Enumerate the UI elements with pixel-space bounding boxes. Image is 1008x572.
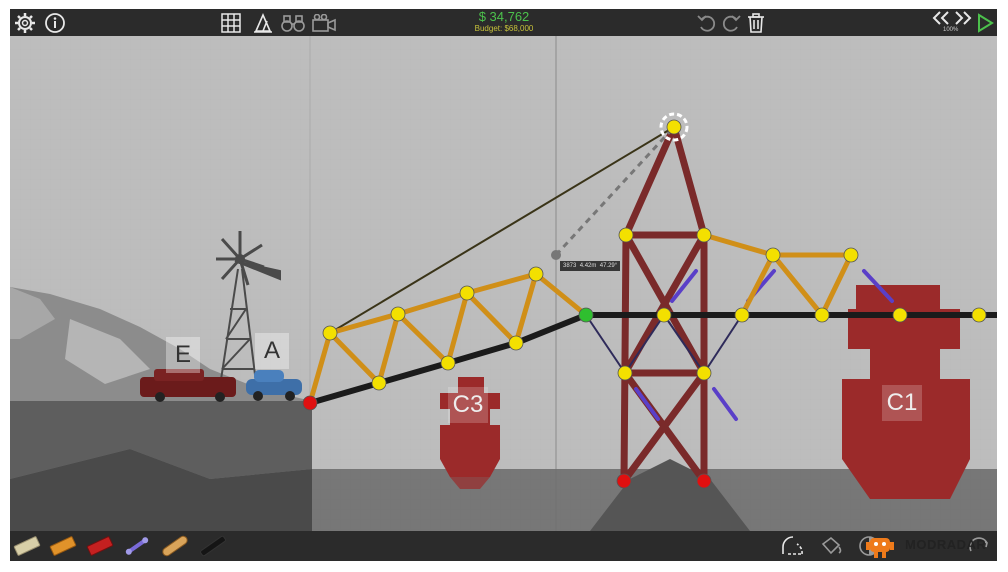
material-hydraulics-button[interactable] bbox=[198, 535, 228, 561]
bottom-toolbar bbox=[10, 531, 997, 561]
bridge-joint[interactable] bbox=[440, 355, 456, 371]
binoculars-icon[interactable] bbox=[278, 9, 308, 36]
bridge-joint[interactable] bbox=[618, 227, 634, 243]
grid-icon[interactable] bbox=[218, 9, 244, 36]
money-remaining: $ 34,762 bbox=[478, 9, 530, 24]
bridge-joint[interactable] bbox=[843, 247, 859, 263]
top-toolbar: $ 34,762 Budget: $68,000 100% bbox=[10, 9, 997, 36]
boat-label-c1: C1 bbox=[882, 385, 922, 421]
budget-display: $ 34,762 Budget: $68,000 bbox=[454, 10, 554, 34]
paint-bucket-icon[interactable] bbox=[818, 535, 844, 561]
speed-percent: 100% bbox=[943, 27, 959, 33]
boat-label-c3: C3 bbox=[448, 387, 488, 423]
camera-icon[interactable] bbox=[310, 9, 338, 36]
bridge-joint[interactable] bbox=[390, 306, 406, 322]
play-icon[interactable] bbox=[974, 9, 996, 36]
rewind-icon[interactable] bbox=[930, 9, 952, 27]
bridge-joint[interactable] bbox=[459, 285, 475, 301]
material-wood-button[interactable] bbox=[48, 535, 78, 561]
vehicle-label-e: E bbox=[166, 337, 200, 373]
bridge-joint[interactable] bbox=[666, 119, 682, 135]
preview-endpoint bbox=[551, 250, 561, 260]
bridge-joint[interactable] bbox=[696, 227, 712, 243]
anchor-joint[interactable] bbox=[696, 473, 712, 489]
bridge-joint[interactable] bbox=[322, 325, 338, 341]
redo-icon[interactable] bbox=[720, 9, 742, 36]
selected-joint[interactable] bbox=[578, 307, 594, 323]
anchor-joint[interactable] bbox=[616, 473, 632, 489]
bridge-joint[interactable] bbox=[617, 365, 633, 381]
bridge-joint[interactable] bbox=[508, 335, 524, 351]
measure-angle: 47.29° bbox=[599, 263, 618, 269]
stress-meter-icon[interactable] bbox=[250, 9, 276, 36]
split-joint-icon[interactable] bbox=[780, 535, 806, 561]
vehicle-label-a: A bbox=[255, 333, 289, 369]
watermark: MODRADAR bbox=[905, 537, 987, 552]
material-cable-button[interactable] bbox=[122, 535, 152, 561]
measure-length: 4.42m bbox=[579, 263, 597, 269]
bridge-joint[interactable] bbox=[656, 307, 672, 323]
bridge-joint[interactable] bbox=[892, 307, 908, 323]
budget-total: Budget: $68,000 bbox=[474, 24, 534, 33]
bridge-joint[interactable] bbox=[734, 307, 750, 323]
gear-icon[interactable] bbox=[12, 9, 38, 36]
anchor-joint[interactable] bbox=[302, 395, 318, 411]
measure-cost: 3873 bbox=[563, 263, 577, 269]
build-scene[interactable] bbox=[10, 9, 997, 561]
bridge-joint[interactable] bbox=[971, 307, 987, 323]
material-rope-button[interactable] bbox=[160, 535, 190, 561]
bridge-joint[interactable] bbox=[371, 375, 387, 391]
info-icon[interactable] bbox=[42, 9, 68, 36]
trash-icon[interactable] bbox=[744, 9, 768, 36]
material-steel-button[interactable] bbox=[85, 535, 115, 561]
game-viewport: E A C3 C1 3873 4.42m 47.29° $ 34,762 Bud… bbox=[10, 9, 997, 561]
robot-logo bbox=[862, 533, 898, 561]
bridge-joint[interactable] bbox=[765, 247, 781, 263]
fast-forward-icon[interactable] bbox=[952, 9, 974, 27]
bridge-joint[interactable] bbox=[814, 307, 830, 323]
segment-measure-tooltip: 3873 4.42m 47.29° bbox=[560, 261, 621, 271]
bridge-joint[interactable] bbox=[528, 266, 544, 282]
material-road-button[interactable] bbox=[12, 535, 42, 561]
bridge-joint[interactable] bbox=[696, 365, 712, 381]
undo-icon[interactable] bbox=[696, 9, 718, 36]
